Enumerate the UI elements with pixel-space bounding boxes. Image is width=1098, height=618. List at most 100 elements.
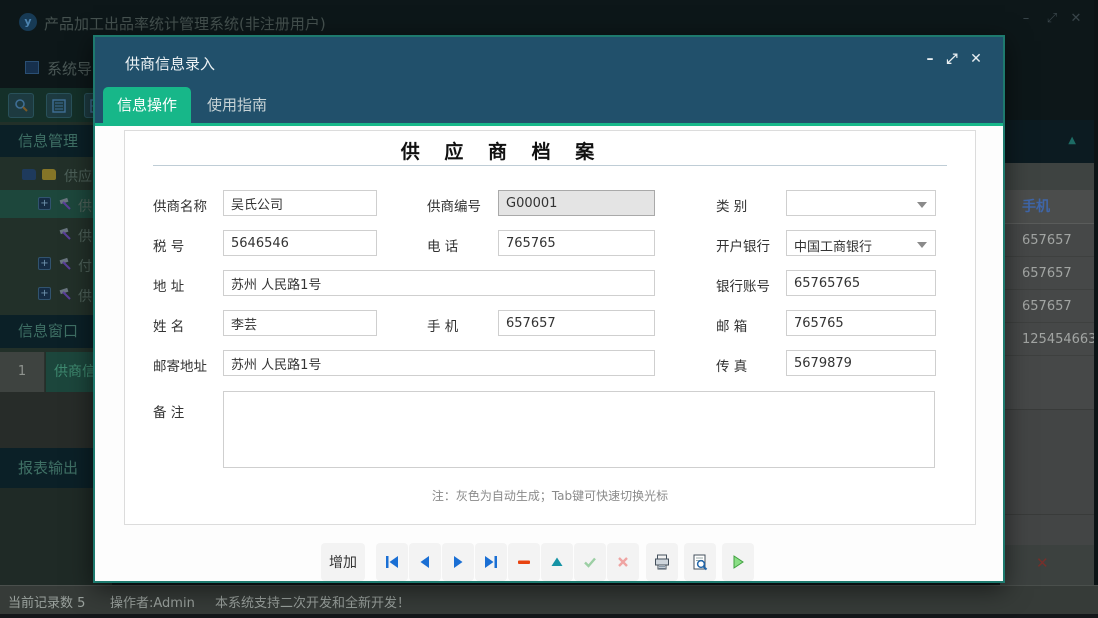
table-row[interactable]: 657657 [1000, 257, 1094, 290]
edit-record-button[interactable] [541, 543, 573, 581]
collapse-up-icon[interactable]: ▲ [1068, 135, 1076, 146]
last-record-button[interactable] [475, 543, 507, 581]
table-empty-area [1000, 410, 1094, 515]
expand-plus-icon[interactable]: + [38, 287, 51, 300]
label-supplier-name: 供商名称 [153, 195, 207, 215]
form-title: 供 应 商 档 案 [125, 137, 879, 164]
table-row[interactable]: 125454663 [1000, 323, 1094, 356]
main-close-button[interactable]: ✕ [1066, 11, 1086, 26]
tab-accent-line [95, 123, 1003, 126]
label-supplier-code: 供商编号 [427, 195, 481, 215]
minus-icon [516, 554, 532, 570]
tab-info-operation[interactable]: 信息操作 [103, 87, 191, 123]
remark-textarea[interactable] [223, 391, 935, 468]
supplier-form-panel: 供 应 商 档 案 供商名称 供商编号 类 别 税 号 电 话 开户银行 中国工… [124, 130, 976, 525]
table-empty-area [1000, 515, 1094, 545]
label-mail-address: 邮寄地址 [153, 355, 207, 375]
next-icon [450, 554, 466, 570]
label-bank: 开户银行 [716, 235, 770, 255]
bank-select[interactable]: 中国工商银行 [786, 230, 936, 256]
cancel-button[interactable] [607, 543, 639, 581]
dialog-tabbar: 信息操作 使用指南 [95, 87, 1003, 123]
form-note: 注：灰色为自动生成；Tab键可快速切换光标 [125, 487, 975, 504]
last-icon [483, 554, 499, 570]
main-restore-button[interactable]: ⤢ [1042, 11, 1062, 26]
label-mobile: 手 机 [427, 315, 458, 335]
panel-button-band: ✕ [1000, 545, 1094, 585]
expand-plus-icon[interactable]: + [38, 197, 51, 210]
status-message: 本系统支持二次开发和全新开发！ [215, 592, 410, 611]
check-icon [582, 554, 598, 570]
bank-account-input[interactable] [786, 270, 936, 296]
record-toolbar: 增加 [321, 543, 755, 581]
panel-toolbar-band [1000, 163, 1094, 190]
title-divider [153, 165, 947, 166]
window-right-edge [1094, 0, 1098, 618]
contact-name-input[interactable] [223, 310, 377, 336]
fax-input[interactable] [786, 350, 936, 376]
print-button[interactable] [646, 543, 678, 581]
play-icon [730, 554, 746, 570]
list-item-index: 1 [0, 352, 45, 392]
app-logo-icon: y [19, 13, 37, 31]
main-window-title: 产品加工出品率统计管理系统(非注册用户) [44, 13, 326, 34]
close-x-button[interactable]: ✕ [1036, 554, 1049, 572]
next-record-button[interactable] [442, 543, 474, 581]
mail-address-input[interactable] [223, 350, 655, 376]
supplier-code-input [498, 190, 655, 216]
preview-icon [691, 553, 709, 571]
expand-plus-icon[interactable]: + [38, 257, 51, 270]
printer-icon [653, 553, 671, 571]
dialog-minimize-button[interactable]: – [921, 51, 939, 67]
right-data-panel: ▲ 手机 657657 657657 657657 125454663 ✕ [1000, 120, 1094, 585]
print-preview-button[interactable] [684, 543, 716, 581]
hammer-icon [58, 257, 72, 271]
address-input[interactable] [223, 270, 655, 296]
label-contact-name: 姓 名 [153, 315, 184, 335]
table-empty-area [1000, 356, 1094, 410]
dialog-close-button[interactable]: ✕ [967, 51, 985, 67]
previous-record-button[interactable] [409, 543, 441, 581]
supplier-name-input[interactable] [223, 190, 377, 216]
run-button[interactable] [722, 543, 754, 581]
first-record-button[interactable] [376, 543, 408, 581]
label-category: 类 别 [716, 195, 747, 215]
hammer-icon [58, 287, 72, 301]
label-address: 地 址 [153, 275, 184, 295]
email-input[interactable] [786, 310, 936, 336]
folder-icon [22, 169, 36, 180]
up-triangle-icon [549, 554, 565, 570]
status-record-count: 当前记录数 5 [8, 592, 85, 611]
nav-square-icon [25, 61, 39, 74]
phone-input[interactable] [498, 230, 655, 256]
system-nav-label[interactable]: 系统导 [47, 58, 92, 79]
dialog-title: 供商信息录入 [125, 53, 215, 74]
window-bottom-edge [0, 614, 1098, 618]
tab-user-guide[interactable]: 使用指南 [207, 87, 267, 123]
search-tool-icon[interactable] [8, 93, 34, 118]
label-bank-account: 银行账号 [716, 275, 770, 295]
table-row[interactable]: 657657 [1000, 224, 1094, 257]
dialog-maximize-button[interactable]: ⤢ [943, 51, 961, 67]
confirm-button[interactable] [574, 543, 606, 581]
list-tool-icon[interactable] [46, 93, 72, 118]
dialog-titlebar: 供商信息录入 – ⤢ ✕ [95, 37, 1003, 87]
add-button[interactable]: 增加 [321, 543, 365, 581]
chevron-down-icon [917, 202, 927, 208]
panel-collapse-header[interactable]: ▲ [1000, 120, 1094, 163]
tax-number-input[interactable] [223, 230, 377, 256]
mobile-input[interactable] [498, 310, 655, 336]
label-tax-number: 税 号 [153, 235, 184, 255]
hammer-icon [58, 227, 72, 241]
status-bar: 当前记录数 5 操作者:Admin 本系统支持二次开发和全新开发！ [0, 585, 1098, 614]
x-icon [615, 554, 631, 570]
first-icon [384, 554, 400, 570]
label-email: 邮 箱 [716, 315, 747, 335]
supplier-entry-dialog: 供商信息录入 – ⤢ ✕ 信息操作 使用指南 供 应 商 档 案 供商名称 供商… [93, 35, 1005, 583]
table-row[interactable]: 657657 [1000, 290, 1094, 323]
delete-record-button[interactable] [508, 543, 540, 581]
category-select[interactable] [786, 190, 936, 216]
label-phone: 电 话 [427, 235, 458, 255]
main-minimize-button[interactable]: – [1016, 11, 1036, 26]
table-header-mobile[interactable]: 手机 [1000, 190, 1094, 224]
